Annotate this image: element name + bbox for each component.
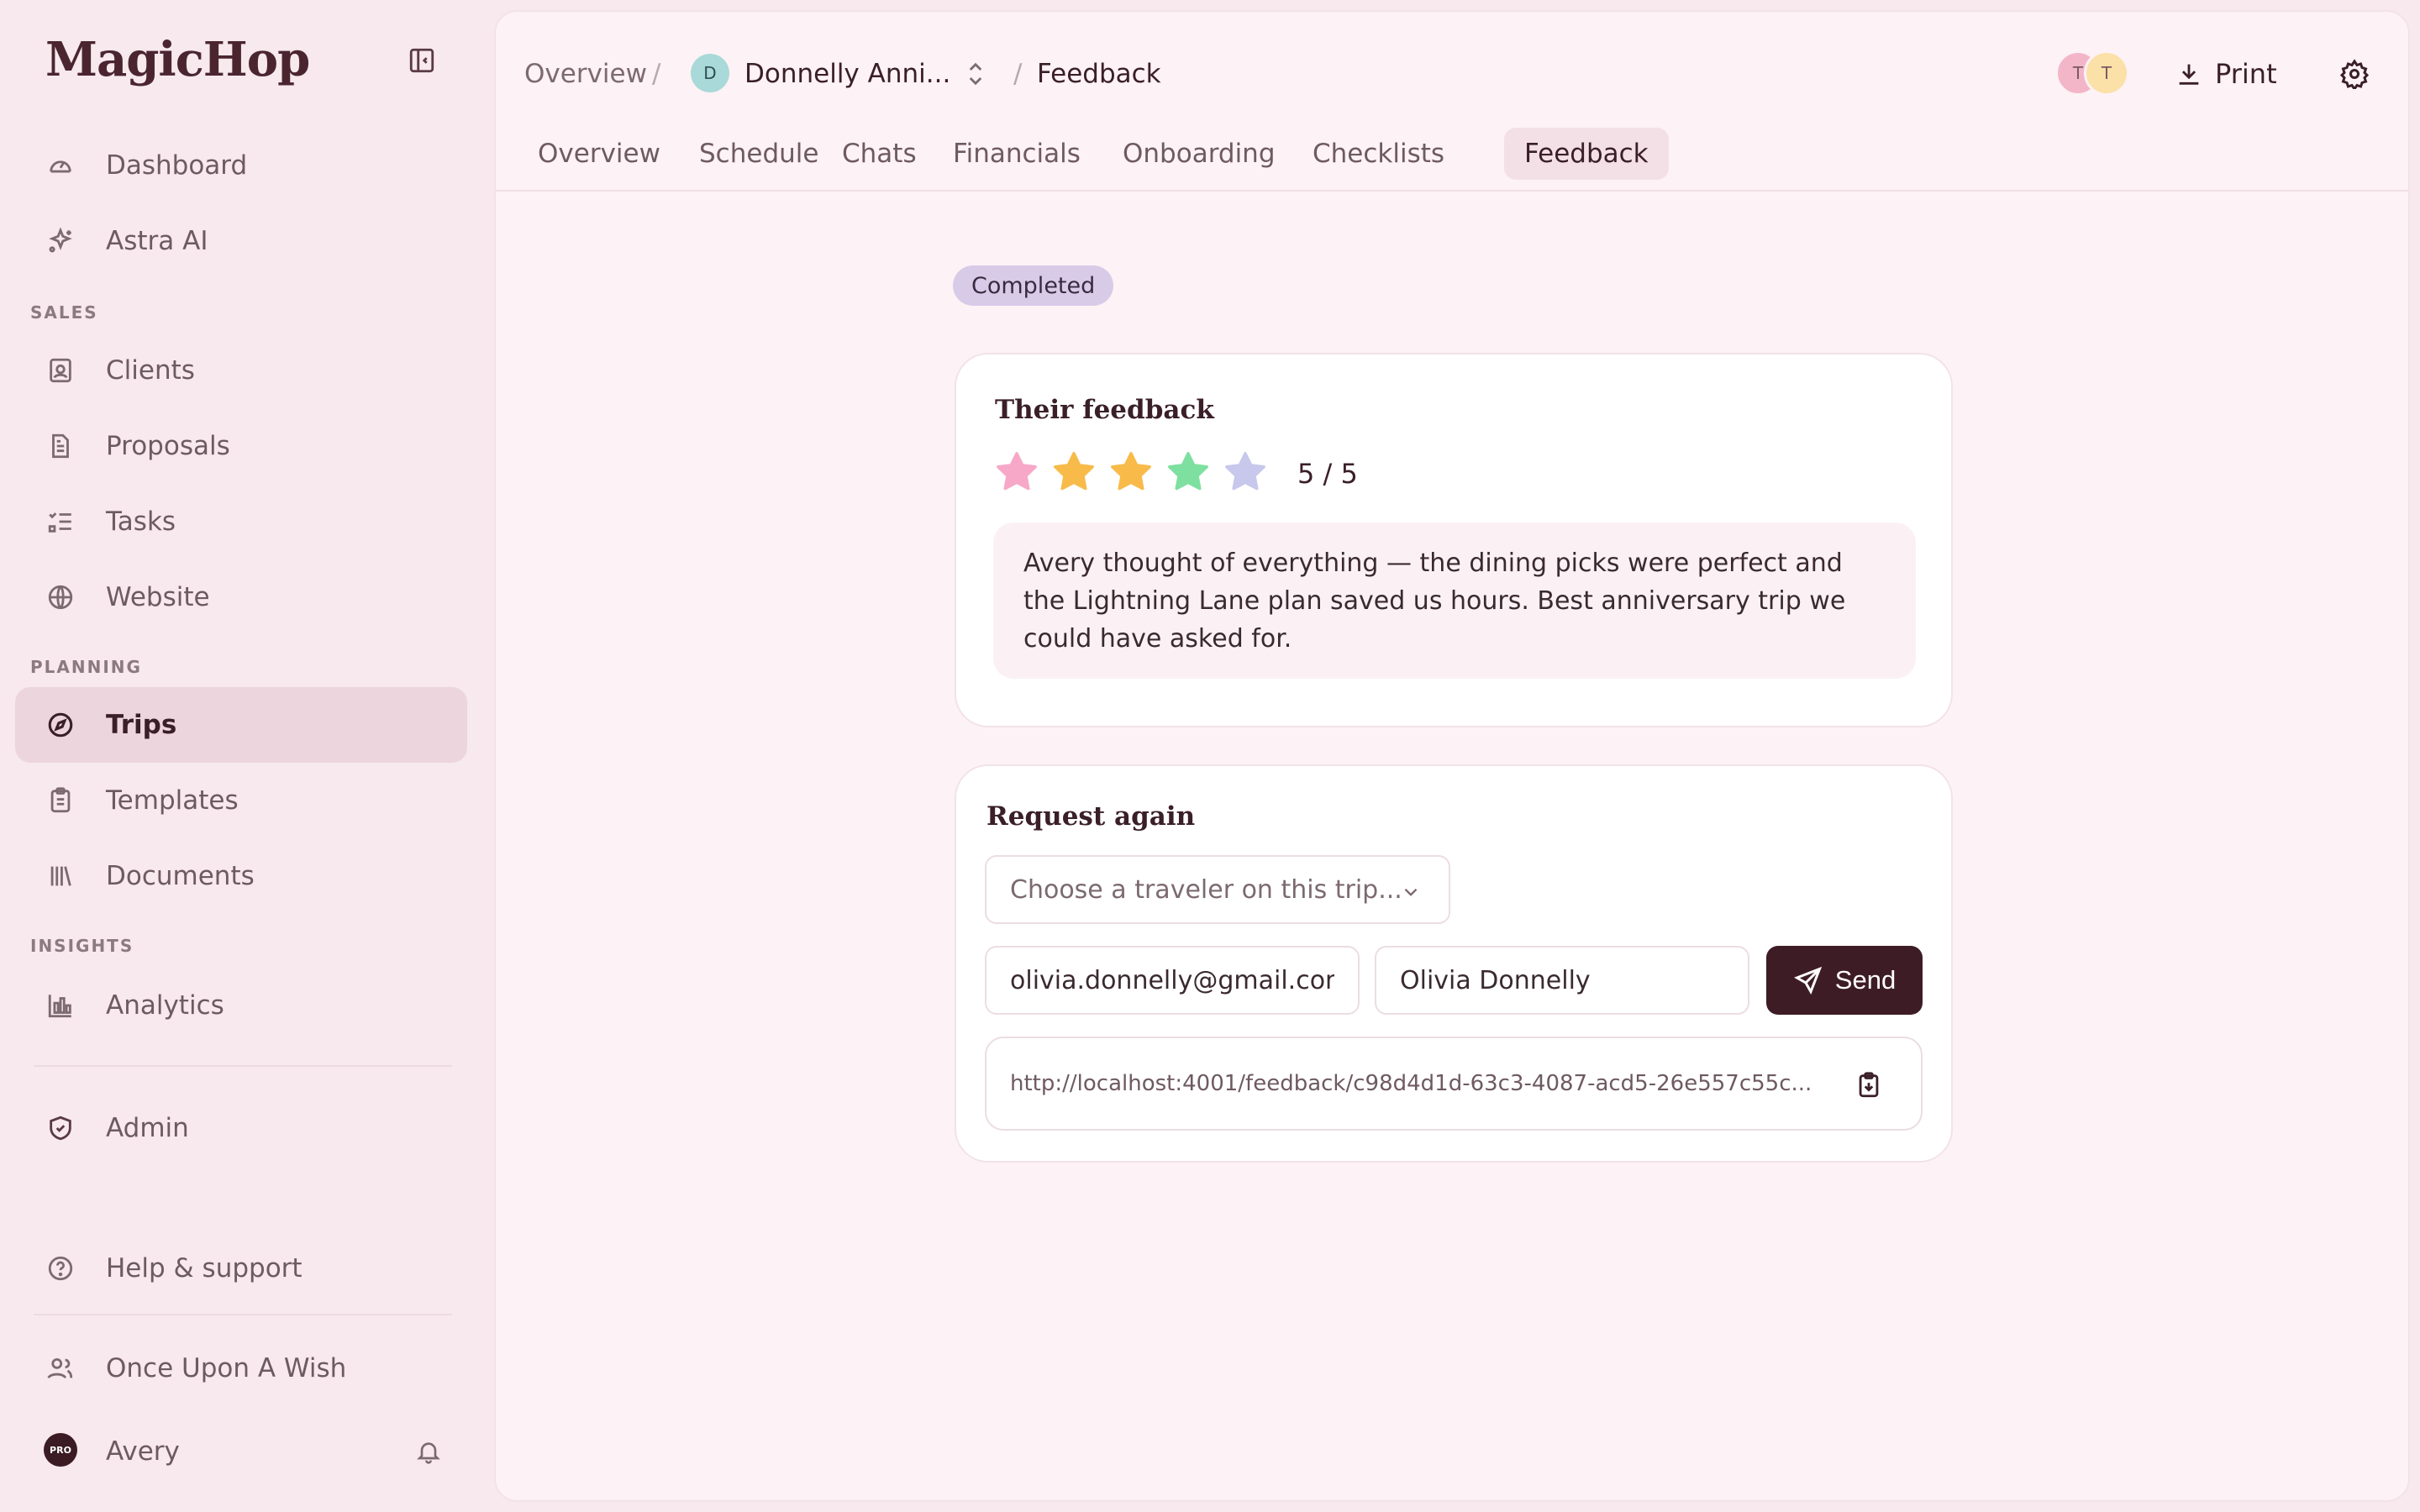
star-icon	[993, 449, 1040, 499]
bar-chart-icon	[44, 989, 77, 1022]
chevron-down-icon	[1400, 880, 1422, 910]
rating-text: 5 / 5	[1297, 458, 1358, 490]
tab-checklists[interactable]: Checklists	[1292, 128, 1465, 180]
section-label-planning: PLANNING	[30, 657, 142, 677]
sidebar-item-label: Analytics	[106, 990, 224, 1021]
sidebar-item-label: Tasks	[106, 507, 176, 537]
breadcrumb-separator: /	[652, 59, 661, 89]
feedback-link-field: http://localhost:4001/feedback/c98d4d1d-…	[985, 1037, 1923, 1131]
tab-onboarding[interactable]: Onboarding	[1102, 128, 1296, 180]
star-rating: 5 / 5	[993, 450, 1358, 497]
avatar[interactable]: T	[2084, 50, 2129, 96]
sidebar-item-label: Admin	[106, 1113, 189, 1143]
sidebar-item-help[interactable]: Help & support	[15, 1231, 467, 1306]
sidebar-item-label: Once Upon A Wish	[106, 1353, 347, 1383]
tab-financials[interactable]: Financials	[933, 128, 1101, 180]
sidebar-item-label: Avery	[106, 1436, 180, 1467]
sidebar-item-label: Clients	[106, 355, 195, 386]
sidebar-item-trips[interactable]: Trips	[15, 687, 467, 763]
library-icon	[44, 859, 77, 893]
sidebar-item-clients[interactable]: Clients	[15, 333, 467, 408]
sidebar-item-proposals[interactable]: Proposals	[15, 408, 467, 484]
breadcrumb-overview[interactable]: Overview	[524, 59, 647, 89]
sidebar-item-user[interactable]: Avery	[15, 1414, 467, 1489]
app-logo: MagicHop	[45, 32, 310, 87]
name-field[interactable]	[1375, 946, 1749, 1015]
clipboard-icon	[44, 784, 77, 817]
feedback-comment: Avery thought of everything — the dining…	[993, 522, 1916, 679]
sidebar-item-label: Proposals	[106, 431, 230, 461]
sidebar-divider	[34, 1065, 452, 1067]
download-icon	[2179, 64, 2199, 85]
shield-check-icon	[44, 1111, 77, 1145]
sidebar-item-label: Trips	[106, 710, 177, 740]
status-badge: Completed	[953, 265, 1114, 306]
contact-card-icon	[44, 354, 77, 387]
help-circle-icon	[44, 1252, 77, 1285]
document-icon	[44, 429, 77, 463]
main-panel: Overview / D Donnelly Anni... / Feedback…	[494, 10, 2410, 1502]
sidebar-item-organization[interactable]: Once Upon A Wish	[15, 1331, 467, 1406]
star-icon	[1107, 449, 1155, 499]
sparkles-icon	[44, 224, 77, 258]
sidebar-item-astra-ai[interactable]: Astra AI	[15, 203, 467, 279]
breadcrumb-current: Feedback	[1037, 59, 1161, 89]
sidebar-item-label: Help & support	[106, 1253, 302, 1284]
section-label-insights: INSIGHTS	[30, 936, 134, 956]
gear-icon[interactable]	[2336, 55, 2373, 92]
send-label: Send	[1834, 965, 1897, 995]
trip-tabs: Overview Schedule Chats Financials Onboa…	[496, 116, 2408, 200]
tab-chats[interactable]: Chats	[822, 128, 937, 180]
print-label: Print	[2215, 58, 2277, 90]
tab-feedback[interactable]: Feedback	[1504, 128, 1669, 180]
bell-icon[interactable]	[412, 1435, 445, 1468]
users-icon	[44, 1352, 77, 1385]
sidebar-item-label: Astra AI	[106, 226, 208, 256]
trip-avatar: D	[691, 54, 729, 92]
sidebar-divider	[34, 1314, 452, 1315]
chevron-up-down-icon[interactable]	[963, 59, 988, 89]
compass-icon	[44, 708, 77, 742]
sidebar-item-analytics[interactable]: Analytics	[15, 968, 467, 1043]
user-avatar: PRO	[44, 1433, 77, 1467]
sidebar-item-label: Dashboard	[106, 150, 248, 181]
breadcrumb-trip[interactable]: Donnelly Anni...	[744, 59, 950, 89]
send-button[interactable]: Send	[1766, 946, 1923, 1015]
star-icon	[1222, 449, 1269, 499]
sidebar-item-label: Templates	[106, 785, 239, 816]
feedback-title: Their feedback	[995, 395, 1214, 425]
globe-icon	[44, 580, 77, 614]
feedback-card: Their feedback 5 / 5 Avery thought of ev…	[955, 353, 1953, 727]
sidebar-item-dashboard[interactable]: Dashboard	[15, 128, 467, 203]
feedback-link-url: http://localhost:4001/feedback/c98d4d1d-…	[1010, 1071, 1812, 1096]
sidebar-item-tasks[interactable]: Tasks	[15, 484, 467, 559]
sidebar-item-templates[interactable]: Templates	[15, 763, 467, 838]
email-field[interactable]	[985, 946, 1360, 1015]
tabs-divider	[496, 190, 2408, 192]
sidebar-item-website[interactable]: Website	[15, 559, 467, 635]
sidebar-item-label: Website	[106, 582, 210, 612]
print-button[interactable]: Print	[2175, 52, 2277, 96]
breadcrumb-separator: /	[1013, 59, 1023, 89]
top-bar: Overview / D Donnelly Anni... / Feedback…	[496, 12, 2408, 118]
section-label-sales: SALES	[30, 302, 98, 323]
gauge-icon	[44, 149, 77, 182]
traveler-select[interactable]: Choose a traveler on this trip...	[985, 855, 1450, 924]
copy-icon[interactable]	[1852, 1068, 1886, 1102]
sidebar-item-label: Documents	[106, 861, 255, 891]
sidebar-item-admin[interactable]: Admin	[15, 1090, 467, 1166]
send-icon	[1793, 966, 1822, 995]
tab-overview[interactable]: Overview	[518, 128, 681, 180]
sidebar-collapse-icon[interactable]	[405, 44, 439, 77]
star-icon	[1050, 449, 1097, 499]
traveler-select-placeholder: Choose a traveler on this trip...	[1010, 874, 1402, 905]
checklist-icon	[44, 505, 77, 538]
request-title: Request again	[986, 801, 1196, 832]
stars-holder	[993, 449, 1269, 499]
sidebar-item-documents[interactable]: Documents	[15, 838, 467, 914]
tab-schedule[interactable]: Schedule	[679, 128, 839, 180]
star-icon	[1165, 449, 1212, 499]
sidebar: MagicHop Dashboard Astra AI SALES Client…	[0, 0, 494, 1512]
request-again-card: Request again Choose a traveler on this …	[955, 764, 1953, 1163]
